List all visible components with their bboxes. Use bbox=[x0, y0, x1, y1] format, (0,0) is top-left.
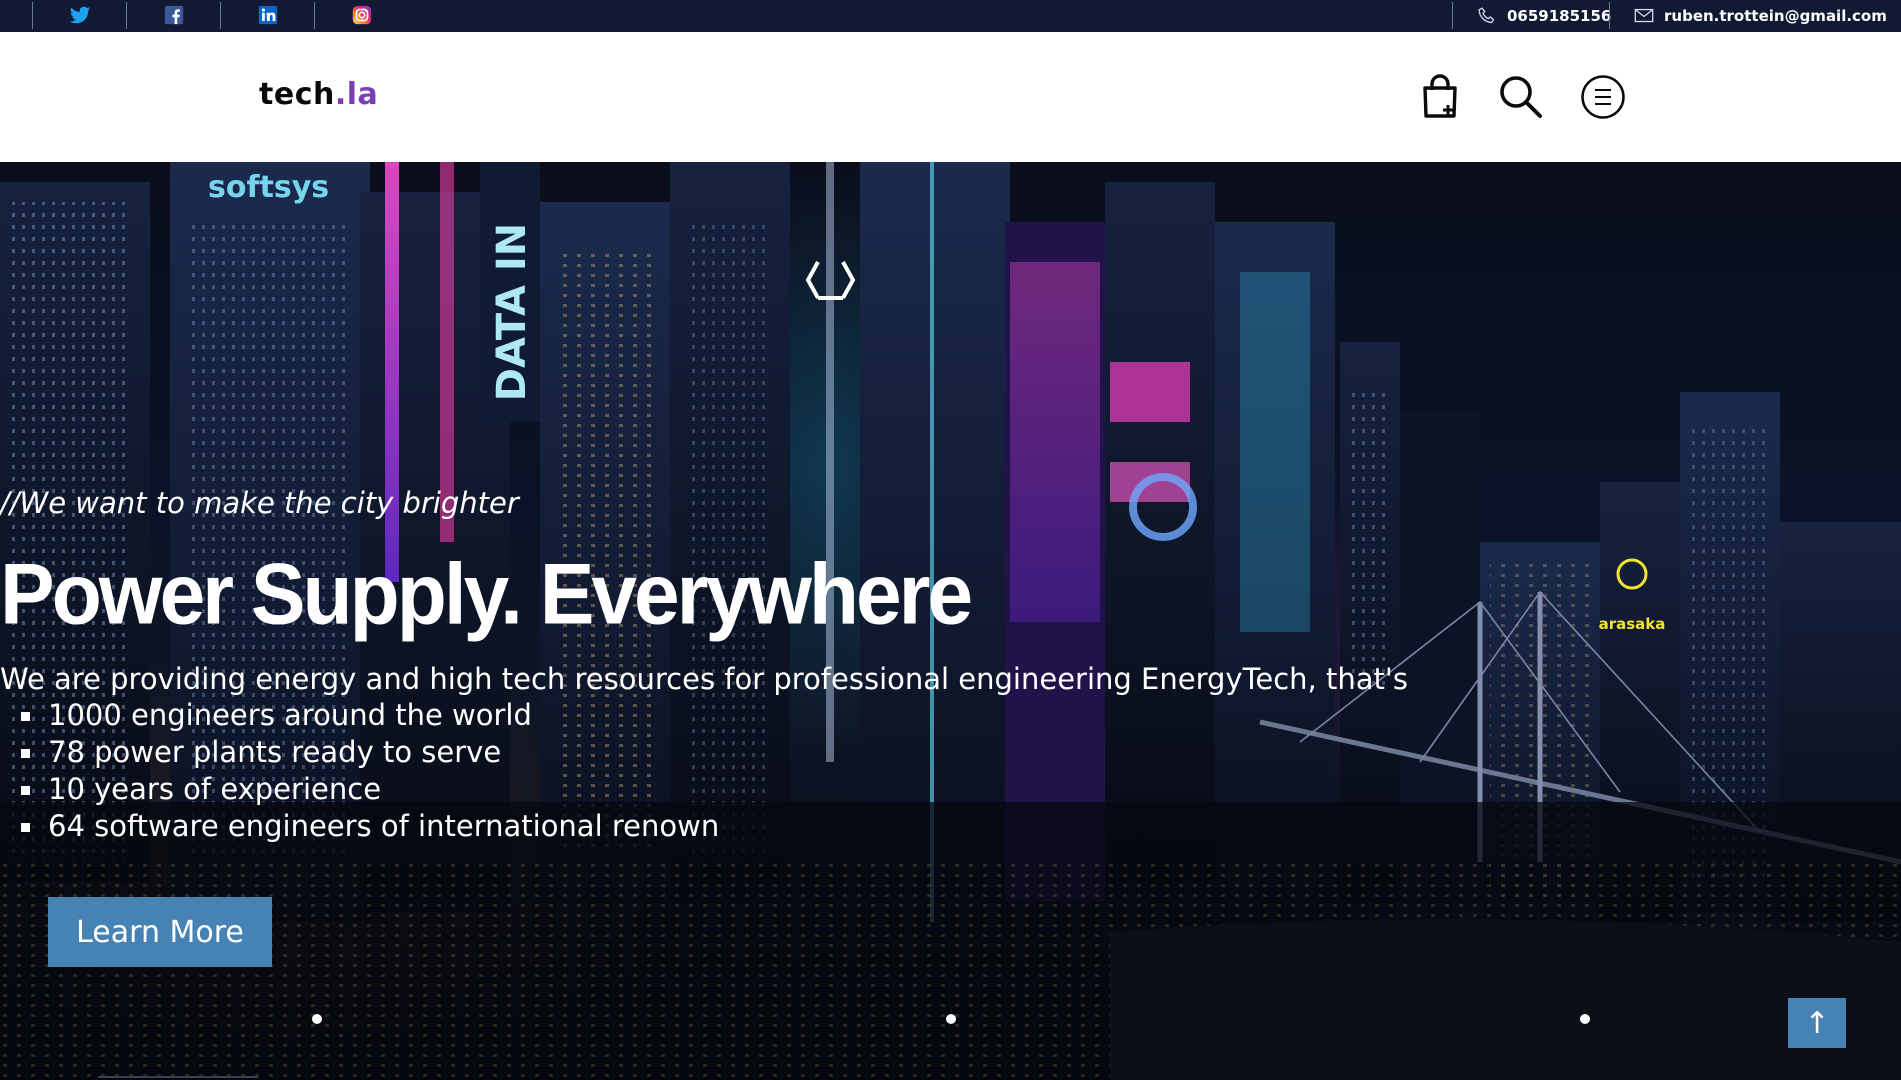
list-item: 64 software engineers of international r… bbox=[0, 808, 719, 845]
phone-icon bbox=[1478, 7, 1495, 24]
linkedin-icon bbox=[258, 5, 278, 25]
instagram-link[interactable] bbox=[315, 0, 409, 30]
facebook-icon bbox=[164, 5, 184, 25]
search-button[interactable] bbox=[1496, 72, 1546, 122]
hero-headline: Power Supply. Everywhere bbox=[0, 547, 973, 643]
feature-list: 1000 engineers around the world 78 power… bbox=[0, 697, 719, 845]
site-header: tech.la bbox=[0, 32, 1901, 162]
hero-slider: softsys DATA IN arasaka //We want to mak… bbox=[0, 162, 1901, 1080]
phone-number: 0659185156 bbox=[1507, 7, 1612, 25]
list-item: 1000 engineers around the world bbox=[0, 697, 719, 734]
hero-content: //We want to make the city brighter Powe… bbox=[0, 162, 1901, 1080]
facebook-link[interactable] bbox=[127, 0, 221, 30]
scroll-to-top-button[interactable]: ↑ bbox=[1788, 998, 1846, 1048]
slide-indicator-3[interactable] bbox=[1580, 1014, 1590, 1024]
phone-contact[interactable]: 0659185156 bbox=[1476, 2, 1611, 30]
divider bbox=[98, 1076, 258, 1078]
twitter-link[interactable] bbox=[33, 0, 127, 30]
logo-accent: la bbox=[346, 77, 379, 112]
separator bbox=[1609, 2, 1610, 29]
email-address: ruben.trottein@gmail.com bbox=[1664, 7, 1887, 25]
slide-indicator-2[interactable] bbox=[946, 1014, 956, 1024]
learn-more-button[interactable]: Learn More bbox=[48, 897, 272, 967]
logo-text: tech bbox=[259, 77, 335, 112]
shopping-bag-icon bbox=[1423, 74, 1457, 118]
hero-description: We are providing energy and high tech re… bbox=[0, 662, 1408, 696]
logo-dot: . bbox=[334, 77, 347, 112]
menu-button[interactable] bbox=[1578, 72, 1628, 122]
search-icon bbox=[1500, 76, 1542, 118]
list-item: 78 power plants ready to serve bbox=[0, 734, 719, 771]
top-bar: 0659185156 ruben.trottein@gmail.com bbox=[0, 0, 1901, 32]
email-contact[interactable]: ruben.trottein@gmail.com bbox=[1633, 2, 1887, 30]
slide-indicator-1[interactable] bbox=[312, 1014, 322, 1024]
cart-button[interactable] bbox=[1415, 72, 1465, 122]
list-item: 10 years of experience bbox=[0, 771, 719, 808]
site-logo[interactable]: tech.la bbox=[259, 77, 378, 112]
twitter-icon bbox=[69, 6, 91, 24]
instagram-icon bbox=[352, 5, 372, 25]
separator bbox=[1452, 2, 1453, 29]
menu-icon bbox=[1581, 75, 1625, 119]
hero-tagline: //We want to make the city brighter bbox=[0, 486, 519, 520]
mail-icon bbox=[1634, 8, 1654, 23]
linkedin-link[interactable] bbox=[221, 0, 315, 30]
